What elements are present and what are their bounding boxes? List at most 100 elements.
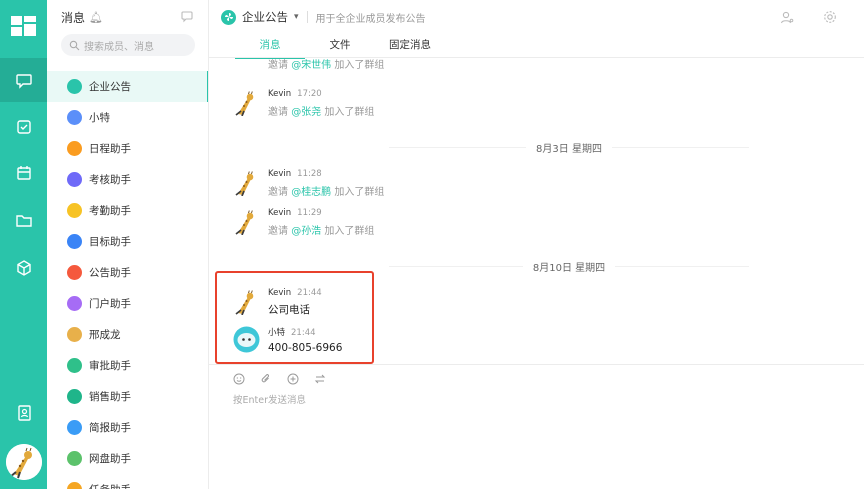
rail-calendar[interactable] [0,151,47,195]
message-text: 邀请 @桂志鹏 加入了群组 [268,187,385,198]
sender-name: Kevin [268,208,292,218]
channel-title-group: 企业公告 ▾ 用于全企业成员发布公告 [221,9,426,25]
message-time: 11:28 [297,169,322,179]
annotation-highlight-box [215,271,374,364]
contacts-icon [17,405,31,421]
giraffe-avatar-icon [6,444,42,480]
tab-files[interactable]: 文件 [305,37,375,58]
session-label: 公告助手 [89,267,131,279]
session-label: 邢成龙 [89,329,121,341]
tab-messages[interactable]: 消息 [235,37,305,60]
session-avatar-icon [67,265,82,280]
session-label: 目标助手 [89,236,131,248]
session-avatar-icon [67,327,82,342]
session-avatar-icon [67,203,82,218]
rail-tasks[interactable] [0,105,47,149]
chevron-down-icon[interactable]: ▾ [294,12,299,22]
member-settings-icon[interactable] [780,10,794,24]
message-text: 邀请 @张尧 加入了群组 [268,107,375,118]
app-rail [0,0,47,489]
session-item[interactable]: 考勤助手 [47,195,208,226]
session-item[interactable]: 邢成龙 [47,319,208,350]
message-time: 17:20 [297,89,322,99]
session-item[interactable]: 企业公告 [47,71,208,102]
message-meta: Kevin 11:29 [268,208,374,218]
search-input[interactable]: 搜索成员、消息 [61,34,195,56]
session-label: 考勤助手 [89,205,131,217]
channel-name[interactable]: 企业公告 [242,9,288,25]
message-list: 邀请 @宋世伟 加入了群组 Kevin 17:20 邀请 @张尧 加入了群组 8月… [209,59,864,364]
new-chat-icon[interactable] [180,9,194,23]
session-list-panel: 消息 🔔︎ 搜索成员、消息 企业公告小特日程助手考核助手考勤助手目标助手公告助手… [47,0,209,489]
message-time: 11:29 [297,208,322,218]
session-header: 消息 🔔︎ [61,9,103,26]
channel-description: 用于全企业成员发布公告 [315,13,426,25]
session-items: 企业公告小特日程助手考核助手考勤助手目标助手公告助手门户助手邢成龙审批助手销售助… [47,71,208,489]
session-avatar-icon [67,358,82,373]
session-label: 审批助手 [89,360,131,372]
sender-name: Kevin [268,169,292,179]
tab-pinned[interactable]: 固定消息 [375,37,445,58]
message-meta: Kevin 11:28 [268,169,384,179]
message-text: 邀请 @宋世伟 加入了群组 [268,60,385,71]
rail-contacts[interactable] [0,391,47,435]
search-placeholder: 搜索成员、消息 [84,41,154,53]
attach-icon[interactable] [260,373,272,385]
session-avatar-icon [67,389,82,404]
plus-icon[interactable] [287,373,299,385]
checkbox-icon [16,120,31,134]
session-avatar-icon [67,296,82,311]
giraffe-avatar-icon[interactable] [233,208,260,235]
rail-files[interactable] [0,198,47,242]
chat-tabs: 消息 文件 固定消息 [235,37,445,60]
session-label: 门户助手 [89,298,131,310]
message-text: 邀请 @孙浩 加入了群组 [268,226,375,237]
folder-icon [15,215,32,227]
session-label: 简报助手 [89,422,131,434]
emoji-icon[interactable] [233,373,245,385]
session-avatar-icon [67,141,82,156]
giraffe-avatar-icon[interactable] [233,169,260,196]
session-title: 消息 [61,11,86,25]
session-item[interactable]: 审批助手 [47,350,208,381]
bell-icon[interactable]: 🔔︎ [89,11,103,24]
session-item[interactable]: 销售助手 [47,381,208,412]
title-separator [306,11,308,23]
switch-icon[interactable] [314,373,326,385]
session-label: 销售助手 [89,391,131,403]
session-item[interactable]: 公告助手 [47,257,208,288]
session-item[interactable]: 门户助手 [47,288,208,319]
gear-icon[interactable] [823,10,837,24]
chat-header: 企业公告 ▾ 用于全企业成员发布公告 消息 文件 固定消息 [209,0,864,60]
session-label: 网盘助手 [89,453,131,465]
message-item: Kevin 11:28 邀请 @桂志鹏 加入了群组 [233,169,384,198]
message-item: 邀请 @宋世伟 加入了群组 [233,59,384,79]
session-item[interactable]: 任务助手 [47,474,208,489]
session-avatar-icon [67,79,82,94]
session-avatar-icon [67,451,82,466]
session-item[interactable]: 考核助手 [47,164,208,195]
message-item: Kevin 11:29 邀请 @孙浩 加入了群组 [233,208,374,237]
giraffe-avatar-icon[interactable] [233,89,260,116]
rail-messages[interactable] [0,58,47,102]
session-label: 小特 [89,112,110,124]
message-input[interactable]: 按Enter发送消息 [233,392,306,406]
session-item[interactable]: 目标助手 [47,226,208,257]
sender-name: Kevin [268,89,292,99]
user-avatar[interactable] [6,444,42,480]
cube-icon [16,260,31,276]
session-item[interactable]: 小特 [47,102,208,133]
session-item[interactable]: 简报助手 [47,412,208,443]
calendar-icon [16,166,31,180]
rail-apps[interactable] [0,246,47,290]
pinwheel-icon [221,9,236,25]
session-item[interactable]: 日程助手 [47,133,208,164]
session-label: 考核助手 [89,174,131,186]
session-label: 企业公告 [89,81,131,93]
session-avatar-icon [67,172,82,187]
session-label: 任务助手 [89,482,131,489]
session-label: 日程助手 [89,143,131,155]
session-item[interactable]: 网盘助手 [47,443,208,474]
session-avatar-icon [67,420,82,435]
app-logo[interactable] [11,16,36,36]
